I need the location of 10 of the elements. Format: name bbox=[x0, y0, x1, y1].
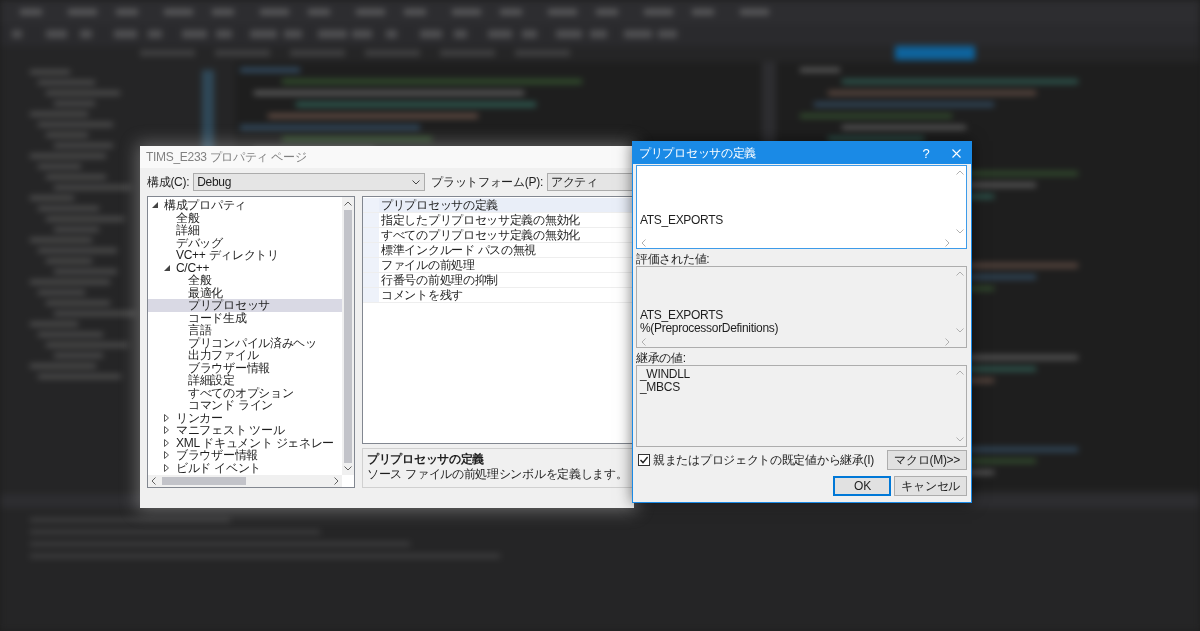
inherited-values-label: 継承の値: bbox=[636, 351, 686, 365]
platform-label: プラットフォーム(P): bbox=[431, 173, 543, 191]
evaluated-values-label: 評価された値: bbox=[636, 252, 710, 266]
configuration-label: 構成(C): bbox=[147, 173, 190, 191]
inherited-values-field: _WINDLL _MBCS bbox=[636, 365, 967, 447]
dialog-title: プリプロセッサの定義 bbox=[638, 144, 757, 162]
description-title: プリプロセッサの定義 bbox=[367, 452, 484, 467]
description-text: ソース ファイルの前処理シンボルを定義します。 bbox=[367, 467, 628, 482]
window-title: TIMS_E233 プロパティ ページ bbox=[146, 148, 307, 166]
evaluated-values-field: ATS_EXPORTS %(PreprocessorDefinitions) bbox=[636, 266, 967, 348]
